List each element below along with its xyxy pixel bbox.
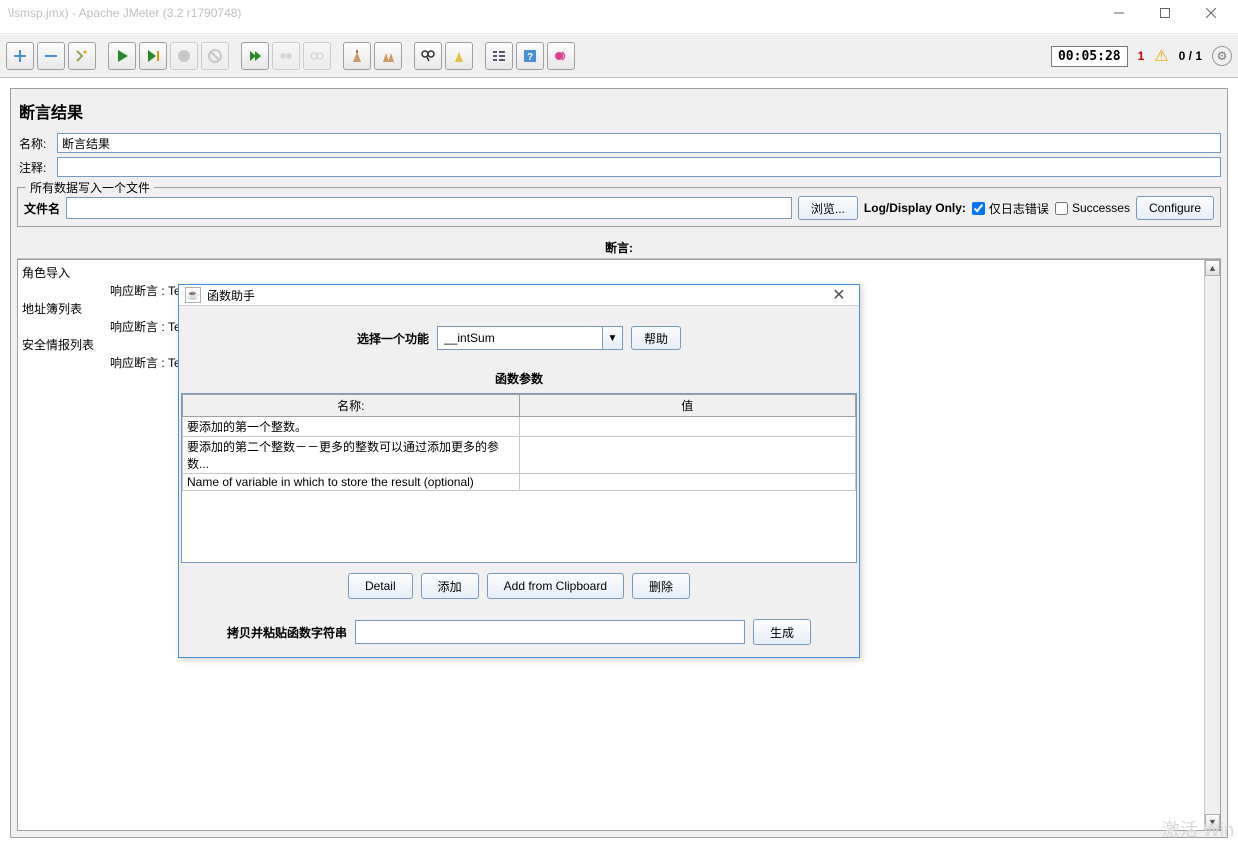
clear-all-button[interactable] (374, 42, 402, 70)
help-button[interactable]: ? (516, 42, 544, 70)
generate-label: 拷贝并粘贴函数字符串 (227, 624, 347, 641)
clear-button[interactable] (343, 42, 371, 70)
function-helper-dialog: ☕ 函数助手 ✕ 选择一个功能 __intSum ▼ 帮助 函数参数 名称: 值… (178, 284, 860, 658)
col-name-header: 名称: (183, 395, 520, 417)
thread-progress: 0 / 1 (1179, 49, 1202, 63)
selected-function: __intSum (438, 331, 602, 345)
filename-input[interactable] (66, 197, 792, 219)
scroll-up-arrow[interactable]: ▲ (1205, 260, 1220, 276)
window-maximize-button[interactable] (1142, 0, 1188, 26)
successes-checkbox[interactable]: Successes (1055, 201, 1130, 215)
fieldset-legend: 所有数据写入一个文件 (26, 179, 154, 196)
function-helper-button[interactable] (547, 42, 575, 70)
name-label: 名称: (17, 135, 57, 152)
toolbar: ? 00:05:28 1 ⚠ 0 / 1 ⚙ (0, 34, 1238, 78)
warning-icon: ⚠ (1154, 46, 1168, 66)
params-header: 函数参数 (179, 364, 859, 393)
svg-text:?: ? (527, 52, 533, 63)
new-button[interactable] (6, 42, 34, 70)
generate-output[interactable] (355, 620, 745, 644)
reset-search-button[interactable] (445, 42, 473, 70)
assertions-header: 断言: (17, 233, 1221, 259)
remove-button[interactable] (37, 42, 65, 70)
stop-button[interactable] (170, 42, 198, 70)
panel-title: 断言结果 (17, 95, 1221, 133)
help-button[interactable]: 帮助 (631, 326, 681, 350)
menubar (0, 26, 1238, 34)
name-input[interactable] (57, 133, 1221, 153)
search-button[interactable] (414, 42, 442, 70)
options-icon[interactable]: ⚙ (1212, 46, 1232, 66)
delete-button[interactable]: 删除 (632, 573, 690, 599)
generate-button[interactable]: 生成 (753, 619, 811, 645)
browse-button[interactable]: 浏览... (798, 196, 858, 220)
detail-button[interactable]: Detail (348, 573, 413, 599)
file-output-fieldset: 所有数据写入一个文件 文件名 浏览... Log/Display Only: 仅… (17, 187, 1221, 227)
logdisplay-label: Log/Display Only: (864, 201, 966, 215)
select-function-label: 选择一个功能 (357, 330, 429, 347)
start-button[interactable] (108, 42, 136, 70)
remote-start-button[interactable] (241, 42, 269, 70)
assertion-line[interactable]: 角色导入 (18, 264, 1204, 282)
toggle-button[interactable] (485, 42, 513, 70)
remote-shutdown-button[interactable] (303, 42, 331, 70)
table-row[interactable]: 要添加的第二个整数－－更多的整数可以通过添加更多的参数... (183, 437, 856, 474)
window-close-button[interactable] (1188, 0, 1234, 26)
params-table: 名称: 值 要添加的第一个整数。要添加的第二个整数－－更多的整数可以通过添加更多… (181, 393, 857, 563)
comment-input[interactable] (57, 157, 1221, 177)
window-titlebar: \lsmsp.jmx) - Apache JMeter (3.2 r179074… (0, 0, 1238, 26)
shutdown-button[interactable] (201, 42, 229, 70)
table-row[interactable]: Name of variable in which to store the r… (183, 474, 856, 491)
remote-stop-button[interactable] (272, 42, 300, 70)
comment-label: 注释: (17, 159, 57, 176)
only-errors-checkbox[interactable]: 仅日志错误 (972, 200, 1049, 217)
dialog-close-button[interactable]: ✕ (825, 285, 853, 305)
java-icon: ☕ (185, 287, 201, 303)
add-from-clipboard-button[interactable]: Add from Clipboard (487, 573, 624, 599)
dialog-title: 函数助手 (207, 287, 819, 304)
start-no-pause-button[interactable] (139, 42, 167, 70)
elapsed-time: 00:05:28 (1051, 46, 1128, 67)
function-combobox[interactable]: __intSum ▼ (437, 326, 623, 350)
templates-button[interactable] (68, 42, 96, 70)
add-button[interactable]: 添加 (421, 573, 479, 599)
window-minimize-button[interactable] (1096, 0, 1142, 26)
vertical-scrollbar[interactable]: ▲ ▼ (1204, 260, 1220, 830)
col-value-header: 值 (519, 395, 856, 417)
dialog-titlebar: ☕ 函数助手 ✕ (179, 285, 859, 306)
error-count: 1 (1138, 49, 1145, 63)
scroll-down-arrow[interactable]: ▼ (1205, 814, 1220, 830)
configure-button[interactable]: Configure (1136, 196, 1214, 220)
chevron-down-icon: ▼ (602, 327, 622, 349)
window-title: \lsmsp.jmx) - Apache JMeter (3.2 r179074… (4, 6, 1096, 20)
table-row[interactable]: 要添加的第一个整数。 (183, 417, 856, 437)
filename-label: 文件名 (24, 200, 60, 217)
